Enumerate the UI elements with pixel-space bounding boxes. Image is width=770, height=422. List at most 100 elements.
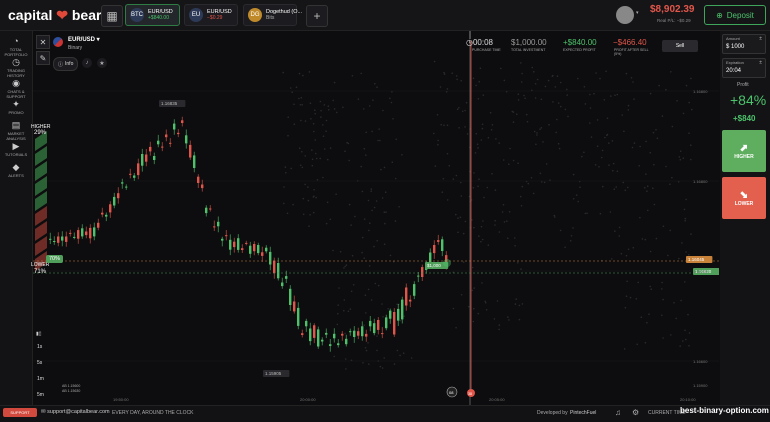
map-dot [589,93,591,96]
map-dot [498,231,501,233]
higher-button[interactable]: ⬈ HIGHER [722,130,766,172]
map-dot [325,130,327,132]
map-dot [342,106,344,109]
map-dot [555,131,557,134]
candle [133,175,136,178]
chart-type-icon[interactable]: ▮▯ [36,331,42,337]
map-dot [302,213,305,216]
map-dot [564,246,566,249]
map-dot [313,130,315,133]
support-email[interactable]: ✉ support@capitalbear.com [41,409,110,415]
map-dot [441,191,444,193]
lower-button[interactable]: ⬊ LOWER [722,177,766,219]
map-dot [371,130,373,133]
map-dot [652,187,654,189]
candle [269,251,272,265]
map-dot [367,288,370,291]
deposit-button[interactable]: ⊕ Deposit [704,5,766,25]
map-dot [547,79,550,82]
nav-label: TRADING HISTORY [7,68,25,78]
map-dot [521,72,523,75]
expiration-field[interactable]: Expiration ± 20:04 [722,58,766,78]
map-dot [479,67,482,69]
nav-item-promo[interactable]: ✦ PROMO [0,99,32,116]
nav-item-chat[interactable]: ◉ CHATS & SUPPORT [0,78,32,99]
close-icon[interactable]: ✕ [36,35,50,49]
draw-tool-icon[interactable]: ✎ [36,51,50,65]
map-dot [633,98,635,100]
map-dot [523,94,525,97]
asset-selector[interactable]: EUR/USD ▾ [68,36,100,43]
support-button[interactable]: SUPPORT [3,408,37,417]
chat-icon: ◉ [12,78,20,88]
map-dot [688,345,690,347]
amount-field[interactable]: Amount ± $ 1000 [722,34,766,54]
map-dot [455,326,457,329]
map-dot [526,120,529,123]
candle [145,154,148,162]
nav-item-tutorial[interactable]: ▶ TUTORIALS [0,141,32,158]
map-dot [685,338,687,341]
map-dot [455,75,458,77]
bell-icon[interactable]: ♪ [82,58,92,68]
tab-asset-1[interactable]: BTC EUR/USD +$840.00 [125,4,180,26]
map-dot [393,363,396,365]
map-dot [583,86,586,88]
map-dot [361,251,363,254]
timeframe-5m[interactable]: 5m [37,392,44,398]
map-dot [363,257,366,259]
candle [277,263,280,279]
map-dot [360,165,363,168]
tab-asset-2[interactable]: EU EUR/USD −$0.29 [184,4,238,26]
candle [329,344,332,346]
map-dot [624,306,627,309]
nav-item-alert[interactable]: ◆ ALERTS [0,162,32,179]
price-chart[interactable]: 1.168351.159051.160451.16620$1,0001.1680… [33,31,719,405]
logo[interactable]: capital ❤ bear [8,7,101,24]
map-dot [442,177,445,180]
star-icon[interactable]: ★ [97,58,107,68]
candle [361,326,364,337]
gear-icon[interactable]: ⚙ [632,408,639,417]
plus-minus-icon[interactable]: ± [759,36,762,42]
sell-button[interactable]: Sell [662,40,698,52]
sound-icon[interactable]: ♫ [615,408,621,417]
map-dot [671,125,674,128]
timeframe-1m[interactable]: 1m [37,376,44,382]
nav-item-pie[interactable]: ◔ TOTAL PORTFOLIO [0,36,32,57]
grid-menu-icon[interactable]: ▦ [101,5,123,27]
trade-badge: $1,000 [427,263,441,268]
candle [237,238,240,250]
map-dot [649,285,651,288]
nav-label: TUTORIALS [4,152,28,157]
map-dot [494,224,496,226]
map-dot [308,225,310,227]
avatar[interactable] [616,6,634,24]
map-dot [669,229,671,232]
map-dot [506,220,508,222]
developer-name[interactable]: PintechFuel [570,410,596,416]
candle [165,134,168,138]
map-dot [383,211,386,213]
map-dot [446,152,449,155]
map-dot [517,162,519,164]
time-marker-start-label: 08 [449,390,454,395]
timeframe-1s[interactable]: 1s [37,344,42,350]
map-dot [336,323,339,326]
map-dot [477,312,480,315]
info-button[interactable]: ⓘ Info [53,57,79,71]
plus-minus-icon[interactable]: ± [759,60,762,66]
timeframe-5s[interactable]: 5s [37,360,42,366]
nav-item-market[interactable]: ▤ MARKET ANALYSIS [0,120,32,141]
map-dot [618,235,620,237]
tab-asset-3[interactable]: DG Dogethud (O... Bits [243,4,302,26]
map-dot [298,97,300,100]
map-dot [498,142,501,144]
map-dot [385,211,387,213]
add-tab-button[interactable]: + [306,5,328,27]
account-balance[interactable]: $8,902.39 [650,4,695,15]
map-dot [300,96,303,99]
map-dot [325,119,328,122]
nav-item-history[interactable]: ◷ TRADING HISTORY [0,57,32,78]
chevron-down-icon[interactable]: ▾ [636,10,639,16]
